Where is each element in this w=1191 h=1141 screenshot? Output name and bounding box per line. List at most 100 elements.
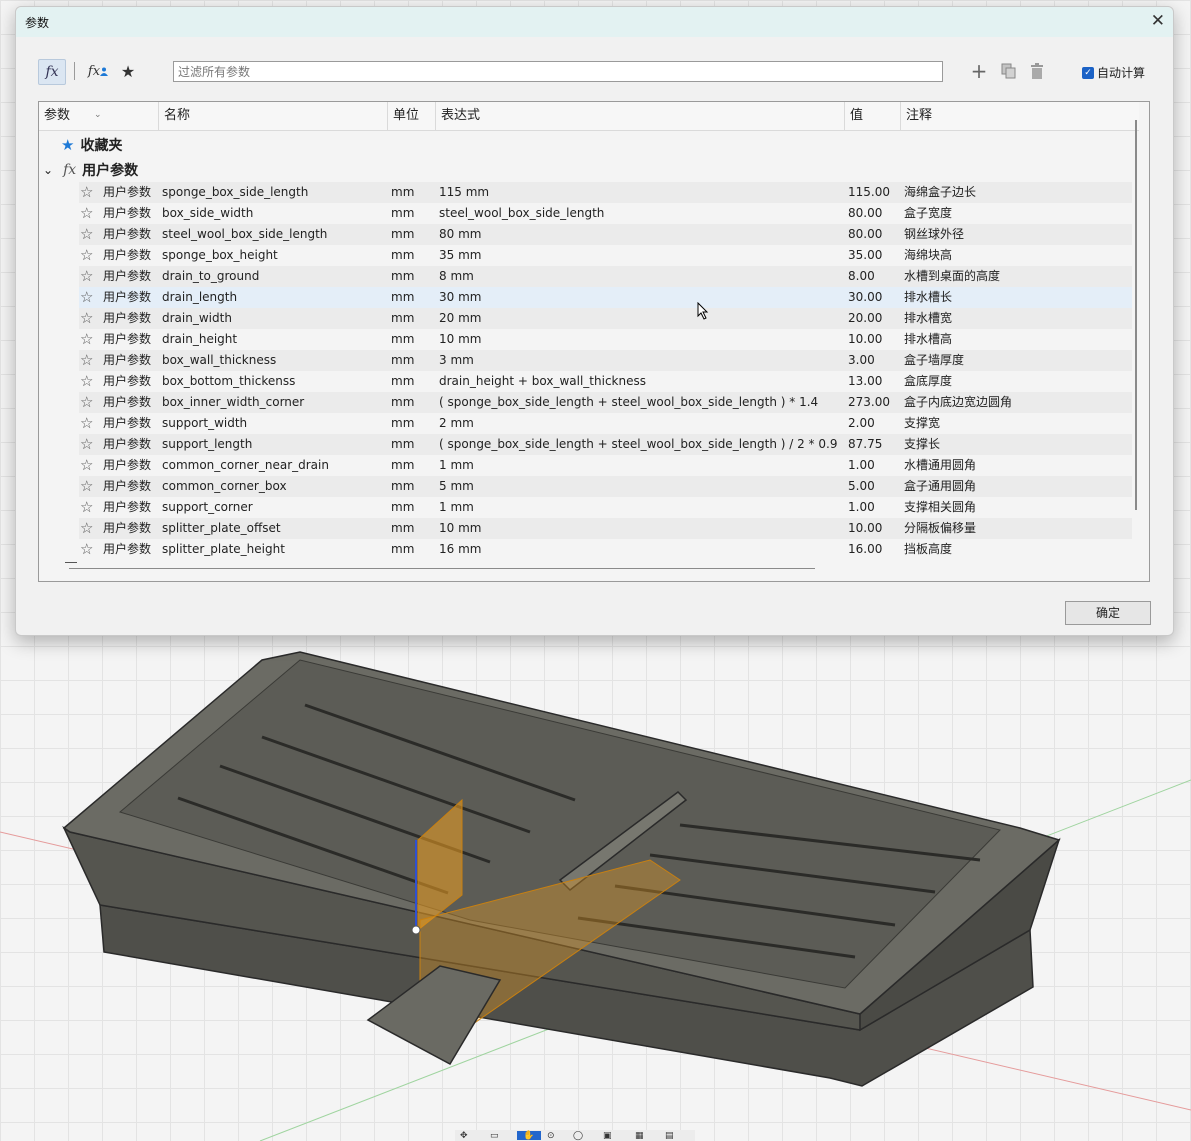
col-value[interactable]: 值: [845, 102, 901, 130]
row-name[interactable]: support_corner: [162, 497, 253, 518]
row-name[interactable]: box_inner_width_corner: [162, 392, 304, 413]
hand-icon[interactable]: ✋: [517, 1131, 541, 1141]
row-name[interactable]: steel_wool_box_side_length: [162, 224, 327, 245]
favorite-star-icon[interactable]: ☆: [80, 182, 93, 203]
row-unit[interactable]: mm: [391, 371, 414, 392]
fx-icon[interactable]: fx: [38, 59, 66, 85]
row-name[interactable]: common_corner_box: [162, 476, 287, 497]
row-unit[interactable]: mm: [391, 392, 414, 413]
row-name[interactable]: support_length: [162, 434, 252, 455]
row-comment[interactable]: 盒底厚度: [904, 371, 952, 392]
favorite-star-icon[interactable]: ☆: [80, 329, 93, 350]
vertical-scrollbar[interactable]: [1135, 120, 1137, 510]
row-unit[interactable]: mm: [391, 224, 414, 245]
row-expression[interactable]: 20 mm: [439, 308, 481, 329]
col-expression[interactable]: 表达式: [436, 102, 845, 130]
favorite-star-icon[interactable]: ☆: [80, 392, 93, 413]
row-comment[interactable]: 支撑相关圆角: [904, 497, 976, 518]
row-name[interactable]: drain_height: [162, 329, 237, 350]
row-expression[interactable]: 80 mm: [439, 224, 481, 245]
favorite-star-icon[interactable]: ☆: [80, 455, 93, 476]
favorite-star-icon[interactable]: ☆: [80, 497, 93, 518]
add-icon[interactable]: +: [968, 59, 990, 83]
favorite-star-icon[interactable]: ☆: [80, 203, 93, 224]
horizontal-scrollbar[interactable]: [69, 568, 815, 569]
row-expression[interactable]: 1 mm: [439, 455, 474, 476]
row-comment[interactable]: 排水槽长: [904, 287, 952, 308]
checkbox-checked-icon[interactable]: ✓: [1082, 66, 1094, 79]
row-expression[interactable]: 1 mm: [439, 497, 474, 518]
auto-calc-toggle[interactable]: ✓ 自动计算: [1082, 64, 1145, 81]
row-name[interactable]: splitter_plate_height: [162, 539, 285, 560]
row-name[interactable]: common_corner_near_drain: [162, 455, 329, 476]
row-unit[interactable]: mm: [391, 413, 414, 434]
row-expression[interactable]: 10 mm: [439, 329, 481, 350]
favorite-star-icon[interactable]: ☆: [80, 518, 93, 539]
table-row[interactable]: ☆ 用户参数 sponge_box_side_length mm 115 mm 115.0…: [79, 182, 1132, 203]
row-name[interactable]: drain_width: [162, 308, 232, 329]
favorite-star-icon[interactable]: ☆: [80, 287, 93, 308]
row-expression[interactable]: 5 mm: [439, 476, 474, 497]
row-expression[interactable]: steel_wool_box_side_length: [439, 203, 604, 224]
table-row[interactable]: ☆ 用户参数 common_corner_near_drain mm 1 mm 1.00 水…: [79, 455, 1132, 476]
row-unit[interactable]: mm: [391, 287, 414, 308]
fit-icon[interactable]: ◯: [573, 1131, 583, 1141]
row-name[interactable]: drain_to_ground: [162, 266, 259, 287]
table-row[interactable]: ☆ 用户参数 support_corner mm 1 mm 1.00 支撑相关圆角: [79, 497, 1132, 518]
display-mode-icon[interactable]: ▣: [603, 1131, 612, 1141]
table-row[interactable]: ☆ 用户参数 box_side_width mm steel_wool_box_side…: [79, 203, 1132, 224]
row-expression[interactable]: drain_height + box_wall_thickness: [439, 371, 646, 392]
pan-icon[interactable]: ▭: [490, 1131, 499, 1141]
row-expression[interactable]: 35 mm: [439, 245, 481, 266]
favorite-star-icon[interactable]: ☆: [80, 350, 93, 371]
row-comment[interactable]: 海绵盒子边长: [904, 182, 976, 203]
row-expression[interactable]: 115 mm: [439, 182, 489, 203]
row-unit[interactable]: mm: [391, 476, 414, 497]
row-name[interactable]: support_width: [162, 413, 247, 434]
favorite-star-icon[interactable]: ☆: [80, 308, 93, 329]
table-row[interactable]: ☆ 用户参数 splitter_plate_offset mm 10 mm 10.00 分隔…: [79, 518, 1132, 539]
col-name[interactable]: 名称: [159, 102, 388, 130]
row-comment[interactable]: 盒子宽度: [904, 203, 952, 224]
zoom-icon[interactable]: ⊙: [547, 1131, 555, 1141]
user-parameter-icon[interactable]: fx: [86, 59, 110, 83]
table-row[interactable]: ☆ 用户参数 support_length mm ( sponge_box_side_l…: [79, 434, 1132, 455]
sponge-box-3d-model[interactable]: [0, 634, 1191, 1141]
table-row[interactable]: ☆ 用户参数 splitter_plate_height mm 16 mm 16.00 挡板…: [79, 539, 1132, 560]
row-comment[interactable]: 水槽到桌面的高度: [904, 266, 1000, 287]
dialog-title-bar[interactable]: 参数 ✕: [16, 7, 1173, 37]
col-unit[interactable]: 单位: [388, 102, 436, 130]
row-name[interactable]: box_wall_thickness: [162, 350, 276, 371]
row-comment[interactable]: 分隔板偏移量: [904, 518, 976, 539]
row-unit[interactable]: mm: [391, 182, 414, 203]
row-unit[interactable]: mm: [391, 539, 414, 560]
favorite-star-icon[interactable]: ☆: [80, 266, 93, 287]
row-unit[interactable]: mm: [391, 518, 414, 539]
row-expression[interactable]: 2 mm: [439, 413, 474, 434]
row-unit[interactable]: mm: [391, 434, 414, 455]
delete-icon[interactable]: [1026, 59, 1048, 83]
favorite-star-icon[interactable]: ☆: [80, 224, 93, 245]
table-row[interactable]: ☆ 用户参数 box_inner_width_corner mm ( sponge_bo…: [79, 392, 1132, 413]
row-expression[interactable]: 30 mm: [439, 287, 481, 308]
row-name[interactable]: sponge_box_height: [162, 245, 278, 266]
table-row[interactable]: ☆ 用户参数 support_width mm 2 mm 2.00 支撑宽: [79, 413, 1132, 434]
close-icon[interactable]: ✕: [1151, 11, 1165, 31]
row-name[interactable]: box_side_width: [162, 203, 253, 224]
group-user-parameters[interactable]: ⌄ fx 用户参数: [43, 158, 138, 182]
row-comment[interactable]: 水槽通用圆角: [904, 455, 976, 476]
row-expression[interactable]: ( sponge_box_side_length + steel_wool_bo…: [439, 434, 837, 455]
row-name[interactable]: drain_length: [162, 287, 237, 308]
copy-icon[interactable]: [998, 59, 1020, 83]
row-unit[interactable]: mm: [391, 245, 414, 266]
row-unit[interactable]: mm: [391, 329, 414, 350]
row-name[interactable]: sponge_box_side_length: [162, 182, 308, 203]
table-row[interactable]: ☆ 用户参数 box_wall_thickness mm 3 mm 3.00 盒子墙厚度: [79, 350, 1132, 371]
table-row[interactable]: ☆ 用户参数 sponge_box_height mm 35 mm 35.00 海绵块高: [79, 245, 1132, 266]
favorite-star-icon[interactable]: ☆: [80, 539, 93, 560]
row-unit[interactable]: mm: [391, 308, 414, 329]
table-row[interactable]: ☆ 用户参数 steel_wool_box_side_length mm 80 mm 80…: [79, 224, 1132, 245]
row-unit[interactable]: mm: [391, 455, 414, 476]
row-comment[interactable]: 盒子内底边宽边圆角: [904, 392, 1012, 413]
favorite-star-icon[interactable]: ☆: [80, 476, 93, 497]
